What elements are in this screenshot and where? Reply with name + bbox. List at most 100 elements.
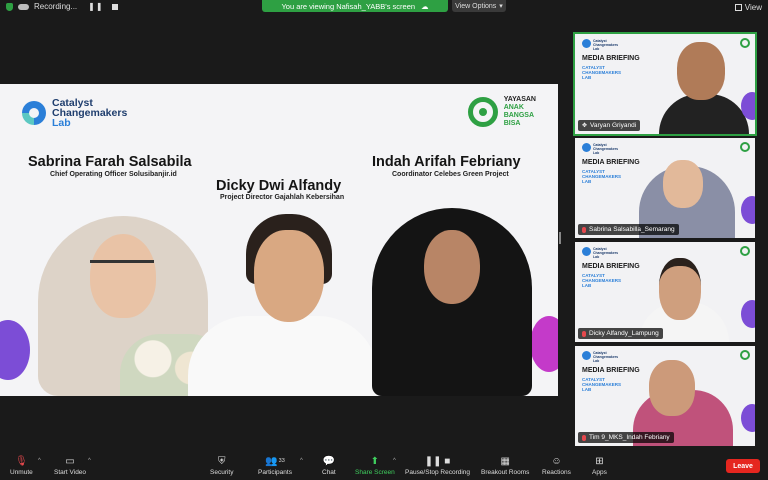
reactions-button[interactable]: ☺ Reactions [542,455,571,477]
chat-button[interactable]: 💬 Chat [322,455,336,477]
pin-icon: ✥ [582,123,588,129]
breakout-rooms-icon: ▦ [500,455,510,467]
cloud-icon: ☁ [421,1,429,11]
catalyst-logo-icon [582,143,591,152]
grid-icon [734,4,742,11]
decorative-shape [0,320,30,380]
stop-icon[interactable] [111,3,118,10]
yayasan-logo-icon [467,97,498,127]
participant-name-tag: ✥ Varyan Griyandi [578,120,641,131]
apps-icon: ⊞ [595,455,604,467]
chevron-up-icon[interactable]: ^ [38,458,41,464]
apps-button[interactable]: ⊞ Apps [592,455,607,477]
mic-muted-icon [582,434,586,441]
participant-name-tag: Dicky Alfandy_Lampung [578,328,663,339]
video-off-icon: ▭ [65,455,75,467]
pause-stop-icon: ❚❚ ■ [424,455,451,467]
speaker-face [254,230,324,322]
yayasan-logo-icon [740,246,750,256]
pause-icon[interactable]: ❚❚ [88,2,103,11]
participant-video-tile[interactable]: Catalyst Changemakers Lab MEDIA BRIEFING C… [573,32,757,136]
view-options-button[interactable]: View Options ▾ [452,0,506,12]
tile-background-subtitle: CATALYST CHANGEMAKERS LAB [582,377,622,392]
chevron-up-icon[interactable]: ^ [88,458,91,464]
mic-muted-icon [582,226,586,233]
emoji-icon: ☺ [551,455,562,467]
catalyst-logo-text: Catalyst Changemakers Lab [593,351,619,363]
participant-head [677,42,725,100]
yayasan-logo-icon [740,38,750,48]
recording-label: Recording... [34,2,78,11]
share-screen-button[interactable]: ⬆ Share Screen [355,455,395,477]
glasses [90,260,154,279]
participant-body [659,94,749,134]
participant-head [649,360,695,416]
shield-icon[interactable] [6,2,13,11]
catalyst-logo-text: Catalyst Changemakers Lab [52,97,128,129]
speaker-name: Dicky Dwi Alfandy [216,178,342,194]
participant-name-tag: Sabrina Salsabilla_Semarang [578,224,679,235]
recording-indicator: Recording... ❚❚ [6,2,118,11]
catalyst-logo-text: Catalyst Changemakers Lab [593,143,619,155]
yayasan-logo-icon [740,142,750,152]
leave-button[interactable]: Leave [726,459,760,473]
chevron-up-icon[interactable]: ^ [393,458,396,464]
meeting-toolbar: 🎙 Unmute ^ ▭ Start Video ^ ⛨ Security 👥 3… [0,452,768,480]
speaker-role: Chief Operating Officer Solusibanjir.id [50,171,177,178]
catalyst-logo-text: Catalyst Changemakers Lab [593,39,619,51]
tile-background-title: MEDIA BRIEFING [582,263,640,270]
tile-background-subtitle: CATALYST CHANGEMAKERS LAB [582,169,622,184]
shared-screen: Catalyst Changemakers Lab YAYASAN ANAK B… [0,84,558,396]
view-button[interactable]: View [734,3,762,12]
participant-video-tile[interactable]: Catalyst Changemakers Lab MEDIA BRIEFING C… [575,138,755,238]
tile-background-title: MEDIA BRIEFING [582,159,640,166]
breakout-rooms-button[interactable]: ▦ Breakout Rooms [481,455,529,477]
mic-muted-icon: 🎙 [15,455,28,467]
mic-muted-icon [582,330,586,337]
participant-video-tile[interactable]: Catalyst Changemakers Lab MEDIA BRIEFING C… [575,242,755,342]
decorative-shape [741,300,755,328]
yayasan-logo-text: YAYASAN ANAK BANGSA BISA [503,96,536,127]
speaker-name: Sabrina Farah Salsabila [28,154,192,170]
viewing-banner: You are viewing Nafisah_YABB's screen ☁ [262,0,448,12]
speaker-name: Indah Arifah Febriany [372,154,521,170]
catalyst-logo-icon [582,39,591,48]
view-label: View [744,3,762,12]
security-button[interactable]: ⛨ Security [210,455,233,477]
participants-button[interactable]: 👥 33 Participants [258,455,292,477]
participant-name: Tim 9_MKS_Indah Febriany [589,434,670,441]
start-video-button[interactable]: ▭ Start Video [54,455,86,477]
catalyst-logo-text: Catalyst Changemakers Lab [593,247,619,259]
participant-name-tag: Tim 9_MKS_Indah Febriany [578,432,674,443]
catalyst-logo: Catalyst Changemakers Lab [22,98,127,128]
chevron-down-icon: ▾ [499,3,503,10]
participants-icon: 👥 33 [265,455,285,467]
chevron-up-icon[interactable]: ^ [300,458,303,464]
participant-name: Sabrina Salsabilla_Semarang [589,226,675,233]
participant-head [659,258,701,320]
yayasan-logo-icon [740,350,750,360]
speaker-role: Project Director Gajahlah Kebersihan [220,194,345,201]
participant-name: Dicky Alfandy_Lampung [589,330,659,337]
tile-background-title: MEDIA BRIEFING [582,367,640,374]
catalyst-logo-icon [22,101,46,125]
decorative-shape [530,316,558,372]
pause-stop-recording-button[interactable]: ❚❚ ■ Pause/Stop Recording [405,455,470,477]
participant-video-tile[interactable]: Catalyst Changemakers Lab MEDIA BRIEFING C… [575,346,755,446]
share-screen-icon: ⬆ [370,455,380,467]
catalyst-logo-icon [582,247,591,256]
unmute-button[interactable]: 🎙 Unmute [10,455,33,477]
participant-head [663,160,703,208]
catalyst-logo-icon [582,351,591,360]
yayasan-logo: YAYASAN ANAK BANGSA BISA [467,96,536,128]
panel-resize-handle[interactable] [559,232,561,244]
view-options-label: View Options [455,2,497,10]
speaker-photo-2 [188,316,378,396]
tile-background-title: MEDIA BRIEFING [582,55,640,62]
speaker-role: Coordinator Celebes Green Project [392,171,509,178]
cloud-icon [18,3,29,10]
shield-icon: ⛨ [217,455,226,467]
speaker-face [424,230,480,304]
participant-count: 33 [278,458,285,464]
decorative-shape [741,404,755,432]
